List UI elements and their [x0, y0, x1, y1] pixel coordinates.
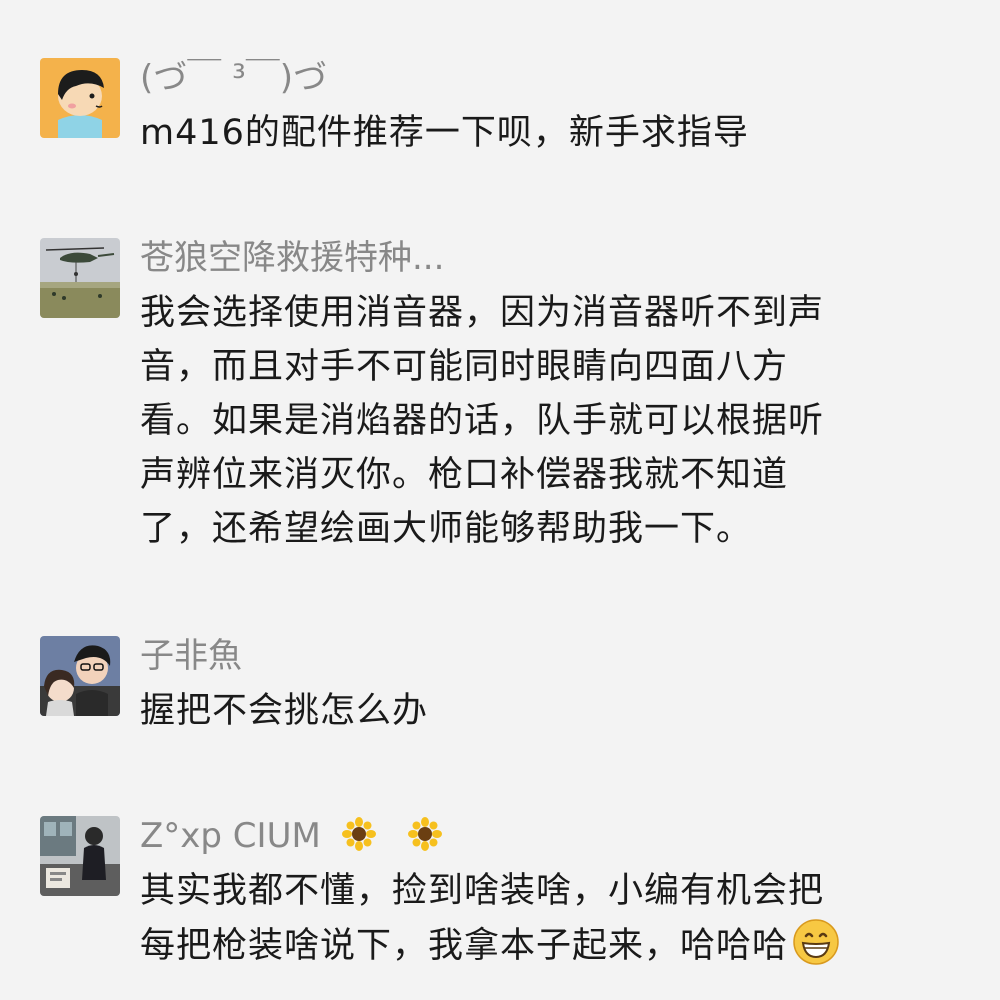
username[interactable]: 苍狼空降救援特种... [140, 236, 444, 280]
comment-line: 我会选择使用消音器，因为消音器听不到声 [140, 293, 825, 333]
comment-line: 其实我都不懂，捡到啥装啥，小编有机会把 [140, 871, 825, 911]
comment-line: 握把不会挑怎么办 [140, 691, 429, 731]
comment-line: 了，还希望绘画大师能够帮助我一下。 [140, 509, 753, 549]
username[interactable]: 子非魚 [140, 634, 242, 678]
comment-line-text: 每把枪装啥说下，我拿本子起来，哈哈哈 [140, 926, 789, 966]
username[interactable]: Z°xp CIUM [140, 814, 443, 858]
comment-line: 音，而且对手不可能同时眼睛向四面八方 [140, 347, 789, 387]
couple-photo-avatar[interactable] [40, 636, 120, 716]
grinning-face-icon [792, 918, 840, 966]
helicopter-photo-avatar[interactable] [40, 238, 120, 318]
username[interactable]: (づ￣ ³￣)づ [140, 56, 327, 100]
street-photo-avatar[interactable] [40, 816, 120, 896]
comment-line: m416的配件推荐一下呗，新手求指导 [140, 113, 749, 153]
username-text: Z°xp CIUM [140, 816, 321, 856]
comment-text: 其实我都不懂，捡到啥装啥，小编有机会把 每把枪装啥说下，我拿本子起来，哈哈哈 [140, 864, 930, 973]
comment-text: 我会选择使用消音器，因为消音器听不到声 音，而且对手不可能同时眼睛向四面八方 看… [140, 286, 930, 556]
comment-text: 握把不会挑怎么办 [140, 684, 930, 738]
cartoon-boy-avatar[interactable] [40, 58, 120, 138]
comment-line: 声辨位来消灭你。枪口补偿器我就不知道 [140, 455, 789, 495]
comment-line-with-emoji: 每把枪装啥说下，我拿本子起来，哈哈哈 [140, 918, 930, 973]
comment-text: m416的配件推荐一下呗，新手求指导 [140, 106, 930, 160]
sunflower-icon [341, 817, 376, 851]
sunflower-icon [408, 817, 443, 851]
comment-line: 看。如果是消焰器的话，队手就可以根据听 [140, 401, 825, 441]
